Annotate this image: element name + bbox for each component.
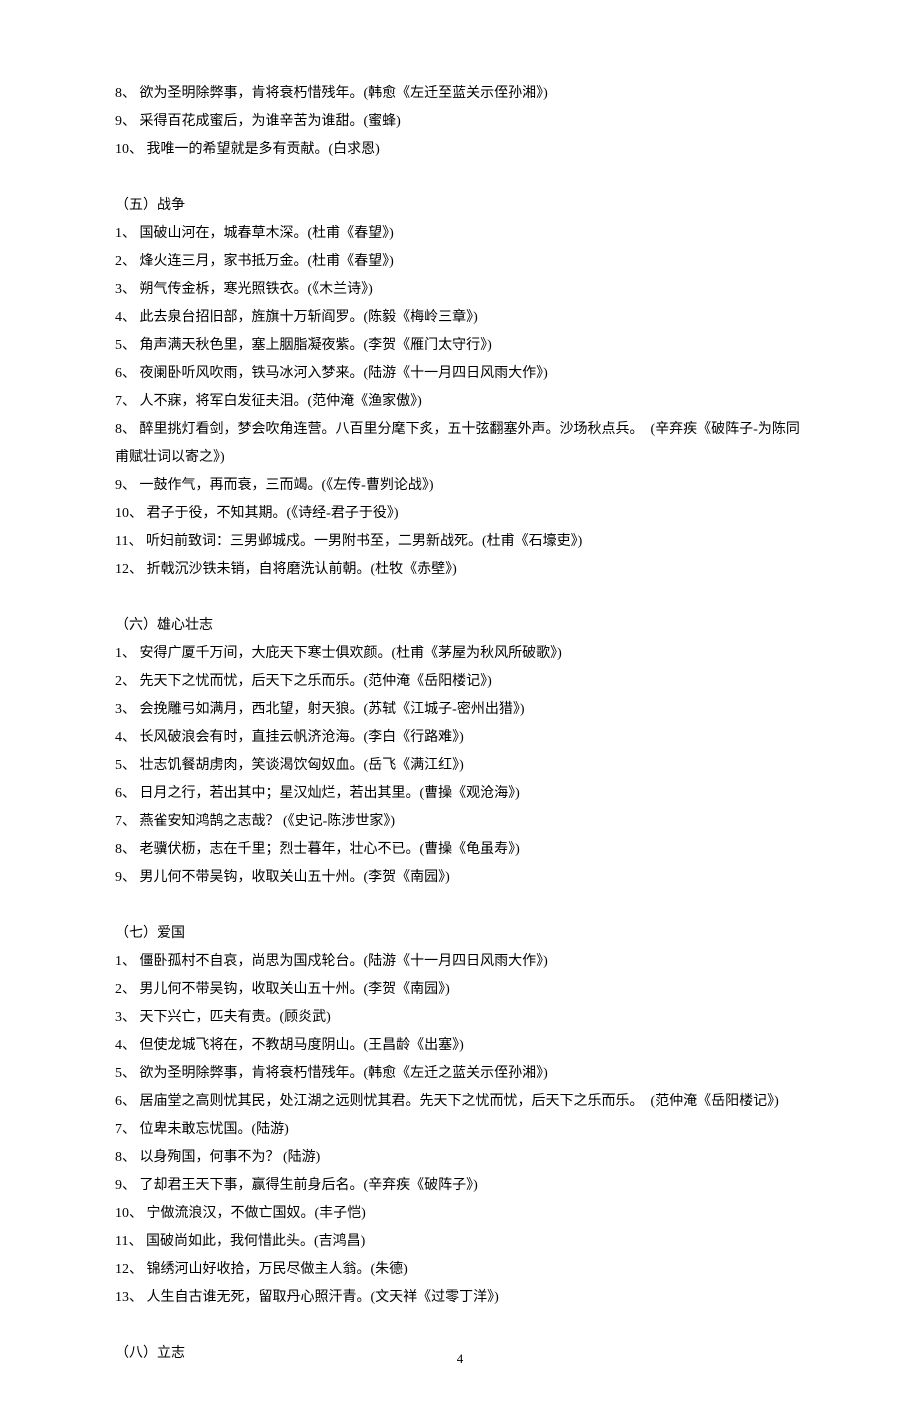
list-item: 2、 先天下之忧而忧，后天下之乐而乐。(范仲淹《岳阳楼记》) xyxy=(115,668,805,696)
list-item: 10、 君子于役，不知其期。(《诗经-君子于役》) xyxy=(115,500,805,528)
list-item: 1、 安得广厦千万间，大庇天下寒士俱欢颜。(杜甫《茅屋为秋风所破歌》) xyxy=(115,640,805,668)
list-item: 9、 男儿何不带吴钩，收取关山五十州。(李贺《南园》) xyxy=(115,864,805,892)
section-title: （七）爱国 xyxy=(115,920,805,948)
list-item: 12、 锦绣河山好收拾，万民尽做主人翁。(朱德) xyxy=(115,1256,805,1284)
list-item: 11、 国破尚如此，我何惜此头。(吉鸿昌) xyxy=(115,1228,805,1256)
section-title: （六）雄心壮志 xyxy=(115,612,805,640)
list-item: 13、 人生自古谁无死，留取丹心照汗青。(文天祥《过零丁洋》) xyxy=(115,1284,805,1312)
list-item: 4、 但使龙城飞将在，不教胡马度阴山。(王昌龄《出塞》) xyxy=(115,1032,805,1060)
list-item: 5、 角声满天秋色里，塞上胭脂凝夜紫。(李贺《雁门太守行》) xyxy=(115,332,805,360)
list-item: 11、 听妇前致词：三男邺城戍。一男附书至，二男新战死。(杜甫《石壕吏》) xyxy=(115,528,805,556)
list-item: 6、 居庙堂之高则忧其民，处江湖之远则忧其君。先天下之忧而忧，后天下之乐而乐。 … xyxy=(115,1088,805,1116)
list-item: 8、 醉里挑灯看剑，梦会吹角连营。八百里分麾下炙，五十弦翻塞外声。沙场秋点兵。 … xyxy=(115,416,805,472)
list-item: 9、 了却君王天下事，赢得生前身后名。(辛弃疾《破阵子》) xyxy=(115,1172,805,1200)
list-item: 7、 位卑未敢忘忧国。(陆游) xyxy=(115,1116,805,1144)
list-item: 6、 日月之行，若出其中；星汉灿烂，若出其里。(曹操《观沧海》) xyxy=(115,780,805,808)
list-item: 10、 我唯一的希望就是多有贡献。(白求恩) xyxy=(115,136,805,164)
list-item: 9、 采得百花成蜜后，为谁辛苦为谁甜。(蜜蜂) xyxy=(115,108,805,136)
list-item: 1、 僵卧孤村不自哀，尚思为国戍轮台。(陆游《十一月四日风雨大作》) xyxy=(115,948,805,976)
list-item: 6、 夜阑卧听风吹雨，铁马冰河入梦来。(陆游《十一月四日风雨大作》) xyxy=(115,360,805,388)
list-item: 3、 天下兴亡，匹夫有责。(顾炎武) xyxy=(115,1004,805,1032)
list-item: 5、 欲为圣明除弊事，肯将衰朽惜残年。(韩愈《左迁之蓝关示侄孙湘》) xyxy=(115,1060,805,1088)
list-item: 3、 会挽雕弓如满月，西北望，射天狼。(苏轼《江城子-密州出猎》) xyxy=(115,696,805,724)
content-area: 8、 欲为圣明除弊事，肯将衰朽惜残年。(韩愈《左迁至蓝关示侄孙湘》)9、 采得百… xyxy=(115,80,805,1368)
list-item: 1、 国破山河在，城春草木深。(杜甫《春望》) xyxy=(115,220,805,248)
list-item: 4、 此去泉台招旧部，旌旗十万斩阎罗。(陈毅《梅岭三章》) xyxy=(115,304,805,332)
section-title: （五）战争 xyxy=(115,192,805,220)
list-item: 12、 折戟沉沙铁未销，自将磨洗认前朝。(杜牧《赤壁》) xyxy=(115,556,805,584)
list-item: 7、 燕雀安知鸿鹄之志哉？ (《史记-陈涉世家》) xyxy=(115,808,805,836)
list-item: 4、 长风破浪会有时，直挂云帆济沧海。(李白《行路难》) xyxy=(115,724,805,752)
list-item: 3、 朔气传金柝，寒光照铁衣。(《木兰诗》) xyxy=(115,276,805,304)
list-item: 8、 老骥伏枥，志在千里；烈士暮年，壮心不已。(曹操《龟虽寿》) xyxy=(115,836,805,864)
list-item: 8、 以身殉国，何事不为？ (陆游) xyxy=(115,1144,805,1172)
list-item: 2、 男儿何不带吴钩，收取关山五十州。(李贺《南园》) xyxy=(115,976,805,1004)
list-item: 8、 欲为圣明除弊事，肯将衰朽惜残年。(韩愈《左迁至蓝关示侄孙湘》) xyxy=(115,80,805,108)
list-item: 2、 烽火连三月，家书抵万金。(杜甫《春望》) xyxy=(115,248,805,276)
list-item: 7、 人不寐，将军白发征夫泪。(范仲淹《渔家傲》) xyxy=(115,388,805,416)
list-item: 10、 宁做流浪汉，不做亡国奴。(丰子恺) xyxy=(115,1200,805,1228)
list-item: 9、 一鼓作气，再而衰，三而竭。(《左传-曹刿论战》) xyxy=(115,472,805,500)
document-page: 8、 欲为圣明除弊事，肯将衰朽惜残年。(韩愈《左迁至蓝关示侄孙湘》)9、 采得百… xyxy=(0,0,920,1408)
list-item: 5、 壮志饥餐胡虏肉，笑谈渴饮匈奴血。(岳飞《满江红》) xyxy=(115,752,805,780)
page-number: 4 xyxy=(0,1346,920,1372)
